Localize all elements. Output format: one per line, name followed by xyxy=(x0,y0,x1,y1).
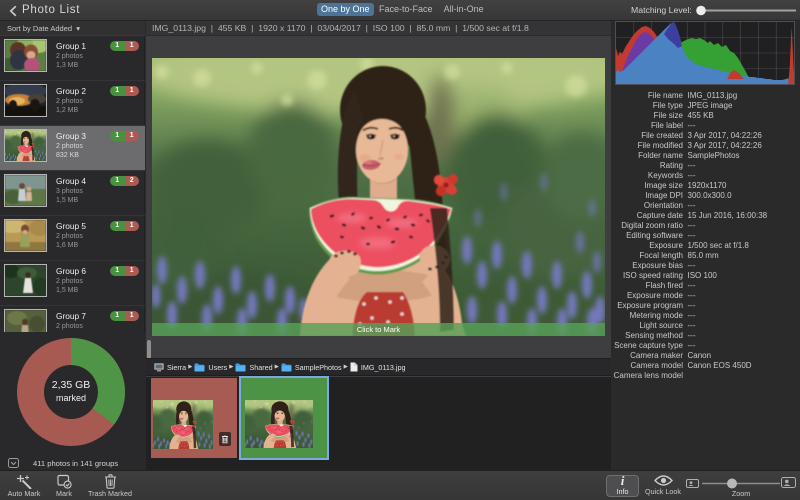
svg-text:2,35 GB: 2,35 GB xyxy=(52,379,91,391)
svg-text:marked: marked xyxy=(56,393,86,403)
